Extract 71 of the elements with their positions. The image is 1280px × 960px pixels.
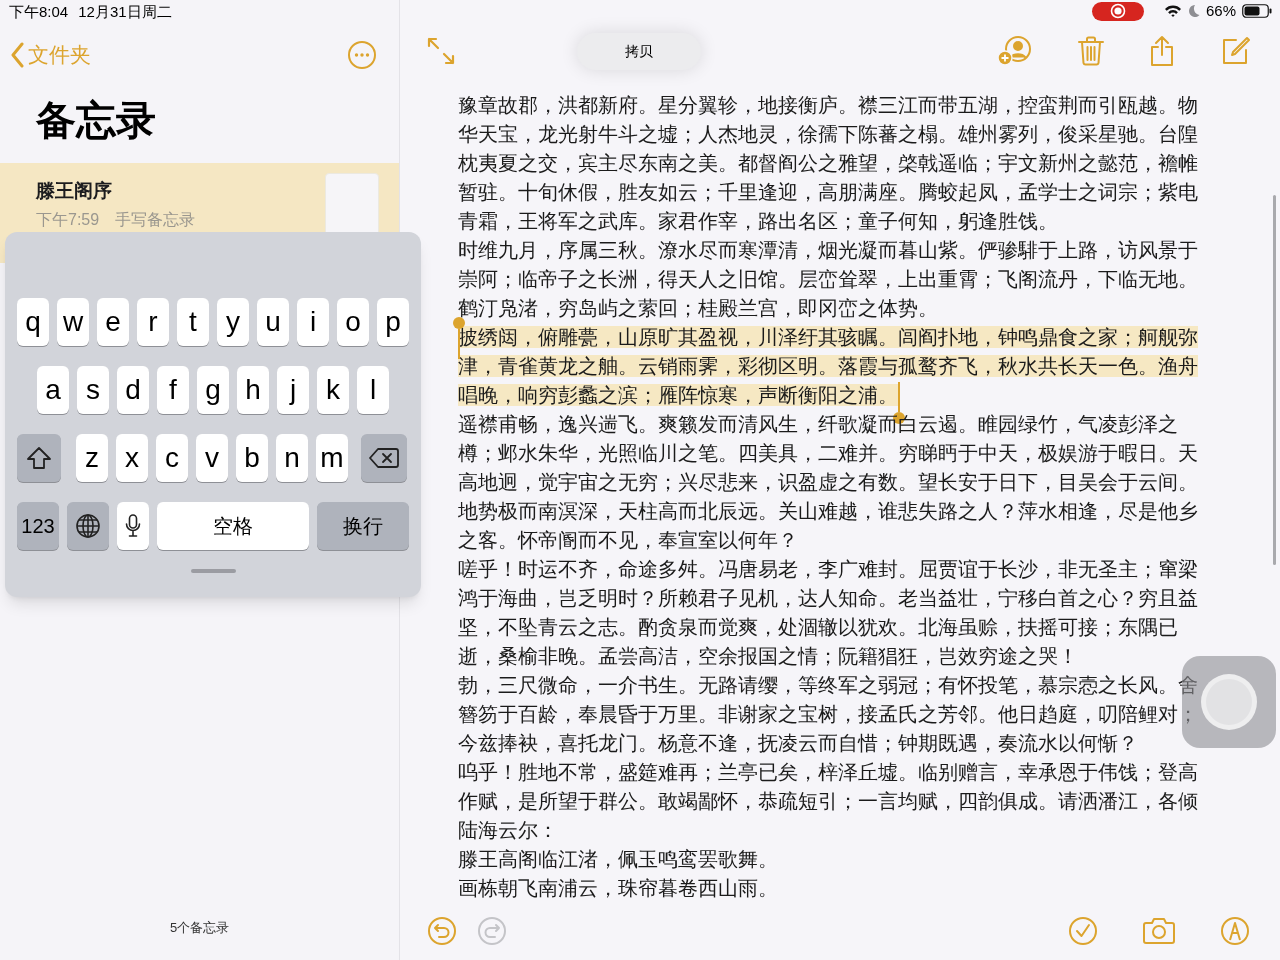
key[interactable]: i [297, 298, 329, 346]
space-key[interactable]: 空格 [157, 502, 309, 550]
battery-percentage: 66% [1205, 1, 1236, 21]
paragraph-text: 勃，三尺微命，一介书生。无路请缨，等终军之弱冠；有怀投笔，慕宗悫之长风。舍簪笏于百龄，奉晨昏于万里。非谢家之宝树，接孟氏之芳邻。他日趋庭，叨陪鲤对；今兹捧袂，喜托龙门。杨意不逢，抚凌云而自惜；钟期既遇，奏流水以何惭？ [458, 672, 1199, 756]
selected-text: 披绣闼，俯雕甍，山原旷其盈视，川泽纡其骇瞩。闾阎扑地，钟鸣鼎食之家；舸舰弥津，青雀黄龙之舳。云销雨霁，彩彻区明。落霞与孤鹜齐飞，秋水共长天一色。渔舟唱晚，响穷彭蠡之滨；雁阵惊寒，声断衡阳之浦。 [458, 324, 1199, 408]
shift-key[interactable] [17, 434, 61, 482]
record-icon [1109, 3, 1126, 20]
copy-button[interactable]: 拷贝 [577, 33, 701, 70]
paragraph-text: 画栋朝飞南浦云，珠帘暮卷西山雨。 [458, 875, 779, 901]
key[interactable]: t [177, 298, 209, 346]
paragraph-text: 嗟乎！时运不齐，命途多舛。冯唐易老，李广难封。屈贾谊于长沙，非无圣主；窜梁鸿于海曲，岂乏明时？所赖君子见机，达人知命。老当益壮，宁移白首之心？穷且益坚，不坠青云之志。酌贪泉而觉爽，处涸辙以犹欢。北海虽赊，扶摇可接；东隅已逝，桑榆非晚。孟尝高洁，空余报国之情；阮籍猖狂，岂效穷途之哭！ [458, 556, 1199, 669]
paragraph-text: 呜乎！胜地不常，盛筵难再；兰亭已矣，梓泽丘墟。临别赠言，幸承恩于伟饯；登高作赋，是所望于群公。敢竭鄙怀，恭疏短引；一言均赋，四韵俱成。请洒潘江，各倾陆海云尔： [458, 759, 1199, 843]
status-date: 12月31日周二 [78, 1, 172, 22]
key[interactable]: r [137, 298, 169, 346]
key[interactable]: v [196, 434, 228, 482]
battery-icon [1242, 4, 1272, 19]
key[interactable]: y [217, 298, 249, 346]
key[interactable]: b [236, 434, 268, 482]
key[interactable]: d [117, 366, 149, 414]
return-key[interactable]: 换行 [317, 502, 409, 550]
page-title: 备忘录 [35, 97, 157, 144]
chevron-left-icon [10, 42, 24, 68]
key[interactable]: a [37, 366, 69, 414]
compose-icon[interactable] [1220, 36, 1250, 67]
key[interactable]: z [76, 434, 108, 482]
key[interactable]: c [156, 434, 188, 482]
key[interactable]: q [17, 298, 49, 346]
key[interactable]: m [316, 434, 348, 482]
status-time: 下午8:04 [9, 1, 69, 22]
paragraph-text: 滕王高阁临江渚，佩玉鸣鸾罢歌舞。 [458, 846, 779, 872]
microphone-icon [125, 513, 141, 539]
key[interactable]: h [237, 366, 269, 414]
mic-key[interactable] [117, 502, 149, 550]
key[interactable]: e [97, 298, 129, 346]
key[interactable]: k [317, 366, 349, 414]
paragraph-text: 遥襟甫畅，逸兴遄飞。爽籁发而清风生，纤歌凝而白云遏。睢园绿竹，气凌彭泽之樽；邺水朱华，光照临川之笔。四美具，二难并。穷睇眄于中天，极娱游于暇日。天高地迥，觉宇宙之无穷；兴尽悲来，识盈虚之有数。望长安于日下，目吴会于云间。地势极而南溟深，天柱高而北辰远。关山难越，谁悲失路之人？萍水相逢，尽是他乡之客。怀帝阍而不见，奉宣室以何年？ [458, 411, 1199, 553]
key[interactable]: w [57, 298, 89, 346]
more-options-icon[interactable] [347, 40, 377, 70]
note-preview: 手写备忘录 [115, 209, 196, 230]
backspace-icon [369, 447, 399, 469]
pen-tip-icon[interactable] [1220, 916, 1250, 947]
key[interactable]: u [257, 298, 289, 346]
trash-icon[interactable] [1078, 36, 1104, 67]
note-time: 下午7:59 [36, 209, 100, 230]
paragraph-text: 豫章故郡，洪都新府。星分翼轸，地接衡庐。襟三江而带五湖，控蛮荆而引瓯越。物华天宝，龙光射牛斗之墟；人杰地灵，徐孺下陈蕃之榻。雄州雾列，俊采星驰。台隍枕夷夏之交，宾主尽东南之美。都督阎公之雅望，棨戟遥临；宇文新州之懿范，襜帷暂驻。十旬休假，胜友如云；千里逢迎，高朋满座。腾蛟起凤，孟学士之词宗；紫电青霜，王将军之武库。家君作宰，路出名区；童子何知，躬逢胜饯。 [458, 92, 1199, 234]
globe-icon [75, 513, 101, 539]
paragraph-text: 时维九月，序属三秋。潦水尽而寒潭清，烟光凝而暮山紫。俨骖騑于上路，访风景于崇阿；临帝子之长洲，得天人之旧馆。层峦耸翠，上出重霄；飞阁流丹，下临无地。鹤汀凫渚，穷岛屿之萦回；桂殿兰宫，即冈峦之体势。 [458, 237, 1199, 321]
moon-icon [1187, 4, 1200, 19]
shift-icon [26, 446, 52, 470]
wifi-icon [1163, 4, 1182, 19]
drag-handle[interactable] [190, 569, 236, 573]
key[interactable]: j [277, 366, 309, 414]
add-person-icon[interactable] [997, 35, 1033, 68]
key[interactable]: l [357, 366, 389, 414]
delete-key[interactable] [361, 434, 407, 482]
key[interactable]: s [77, 366, 109, 414]
numbers-key[interactable]: 123 [17, 502, 59, 550]
key[interactable]: p [377, 298, 409, 346]
note-title: 滕王阁序 [36, 179, 113, 203]
camera-icon[interactable] [1142, 917, 1176, 946]
globe-key[interactable] [67, 502, 109, 550]
key[interactable]: g [197, 366, 229, 414]
checklist-icon[interactable] [1068, 916, 1098, 947]
expand-icon[interactable] [427, 37, 455, 66]
key[interactable]: o [337, 298, 369, 346]
key[interactable]: x [116, 434, 148, 482]
note-count: 5个备忘录 [169, 919, 230, 938]
key[interactable]: n [276, 434, 308, 482]
key[interactable]: f [157, 366, 189, 414]
undo-icon[interactable] [427, 916, 457, 947]
share-icon[interactable] [1149, 35, 1175, 68]
